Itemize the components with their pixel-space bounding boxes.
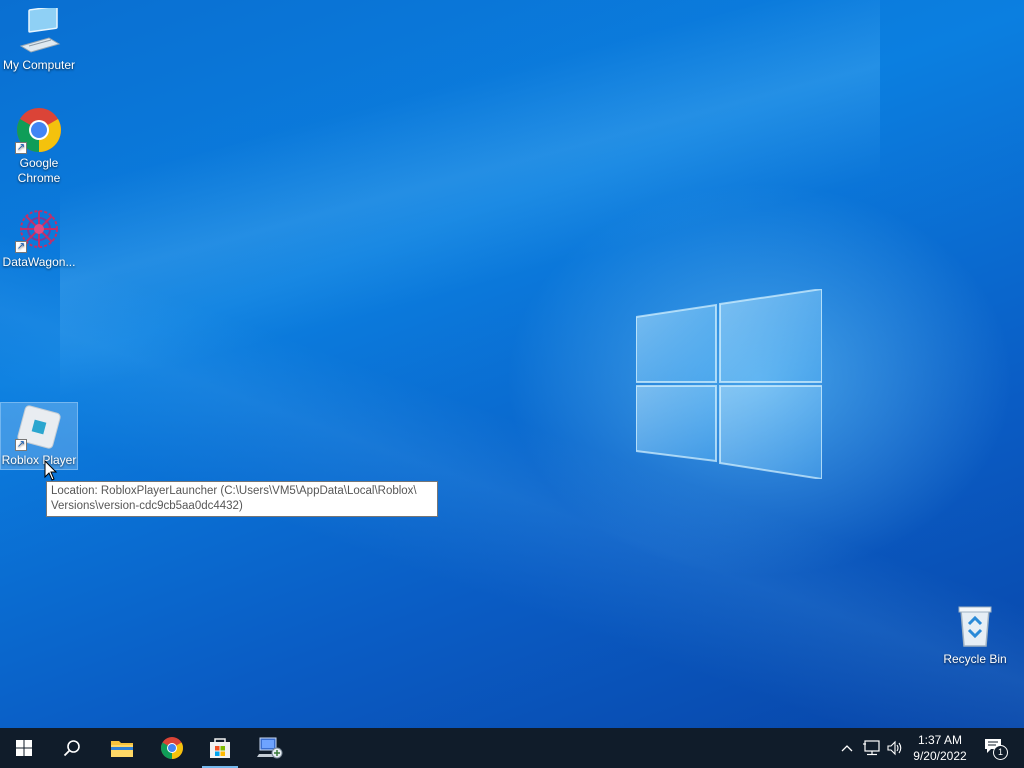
- action-center-button[interactable]: 1: [980, 728, 1008, 768]
- desktop-icon-label: Recycle Bin: [943, 652, 1007, 666]
- desktop-icon-datawagon[interactable]: ↗ DataWagon...: [0, 205, 78, 270]
- shortcut-arrow-icon: ↗: [15, 142, 27, 154]
- taskbar: 1:37 AM 9/20/2022 1: [0, 728, 1024, 768]
- taskbar-file-explorer[interactable]: [98, 728, 146, 768]
- desktop-icon-label: DataWagon...: [2, 255, 76, 269]
- desktop-icon-google-chrome[interactable]: ↗ Google Chrome: [0, 106, 78, 186]
- taskbar-google-chrome[interactable]: [148, 728, 196, 768]
- clock-date: 9/20/2022: [913, 749, 967, 763]
- volume-icon: [887, 740, 902, 756]
- desktop-icon-label: Roblox Player: [1, 453, 77, 467]
- network-icon: [863, 740, 880, 756]
- desktop-icon-recycle-bin[interactable]: Recycle Bin: [936, 602, 1014, 667]
- desktop-icon-roblox-player[interactable]: ↗ Roblox Player: [0, 402, 78, 470]
- mouse-cursor-icon: [44, 460, 58, 481]
- network-computer-icon: [257, 737, 283, 759]
- notification-count-badge: 1: [993, 745, 1008, 760]
- store-icon: [210, 738, 230, 758]
- windows-logo-wallpaper: [636, 289, 822, 479]
- clock-time: 1:37 AM: [917, 733, 963, 747]
- tooltip-line: Location: RobloxPlayerLauncher (C:\Users…: [51, 485, 417, 497]
- folder-icon: [111, 741, 133, 757]
- search-button[interactable]: [48, 728, 96, 768]
- shortcut-arrow-icon: ↗: [15, 241, 27, 253]
- desktop-icon-label: Google Chrome: [17, 156, 61, 185]
- shortcut-arrow-icon: ↗: [15, 439, 27, 451]
- tooltip-line: Versions\version-cdc9cb5aa0dc4432): [51, 500, 243, 512]
- desktop-icon-label: My Computer: [2, 58, 76, 72]
- taskbar-microsoft-store[interactable]: [198, 728, 242, 768]
- roblox-icon: ↗: [15, 403, 63, 451]
- chrome-icon: [161, 737, 183, 759]
- windows-icon: [16, 740, 32, 756]
- chevron-up-icon: [841, 745, 853, 752]
- show-hidden-icons-button[interactable]: [836, 728, 858, 768]
- computer-icon: [15, 5, 63, 56]
- notification-icon: 1: [984, 738, 1008, 760]
- taskbar-network-app[interactable]: [246, 728, 294, 768]
- datawagon-icon: ↗: [15, 205, 63, 253]
- chrome-icon: ↗: [15, 106, 63, 154]
- search-icon: [63, 740, 80, 757]
- recycle-bin-icon: [951, 602, 999, 650]
- light-beam: [0, 0, 1024, 728]
- taskbar-clock[interactable]: 1:37 AM 9/20/2022: [902, 728, 978, 768]
- start-button[interactable]: [0, 728, 48, 768]
- location-tooltip: Location: RobloxPlayerLauncher (C:\Users…: [46, 481, 438, 517]
- network-button[interactable]: [860, 728, 884, 768]
- desktop[interactable]: My Computer ↗ Google Chrome ↗ DataWagon.…: [0, 0, 1024, 728]
- desktop-icon-my-computer[interactable]: My Computer: [0, 5, 78, 73]
